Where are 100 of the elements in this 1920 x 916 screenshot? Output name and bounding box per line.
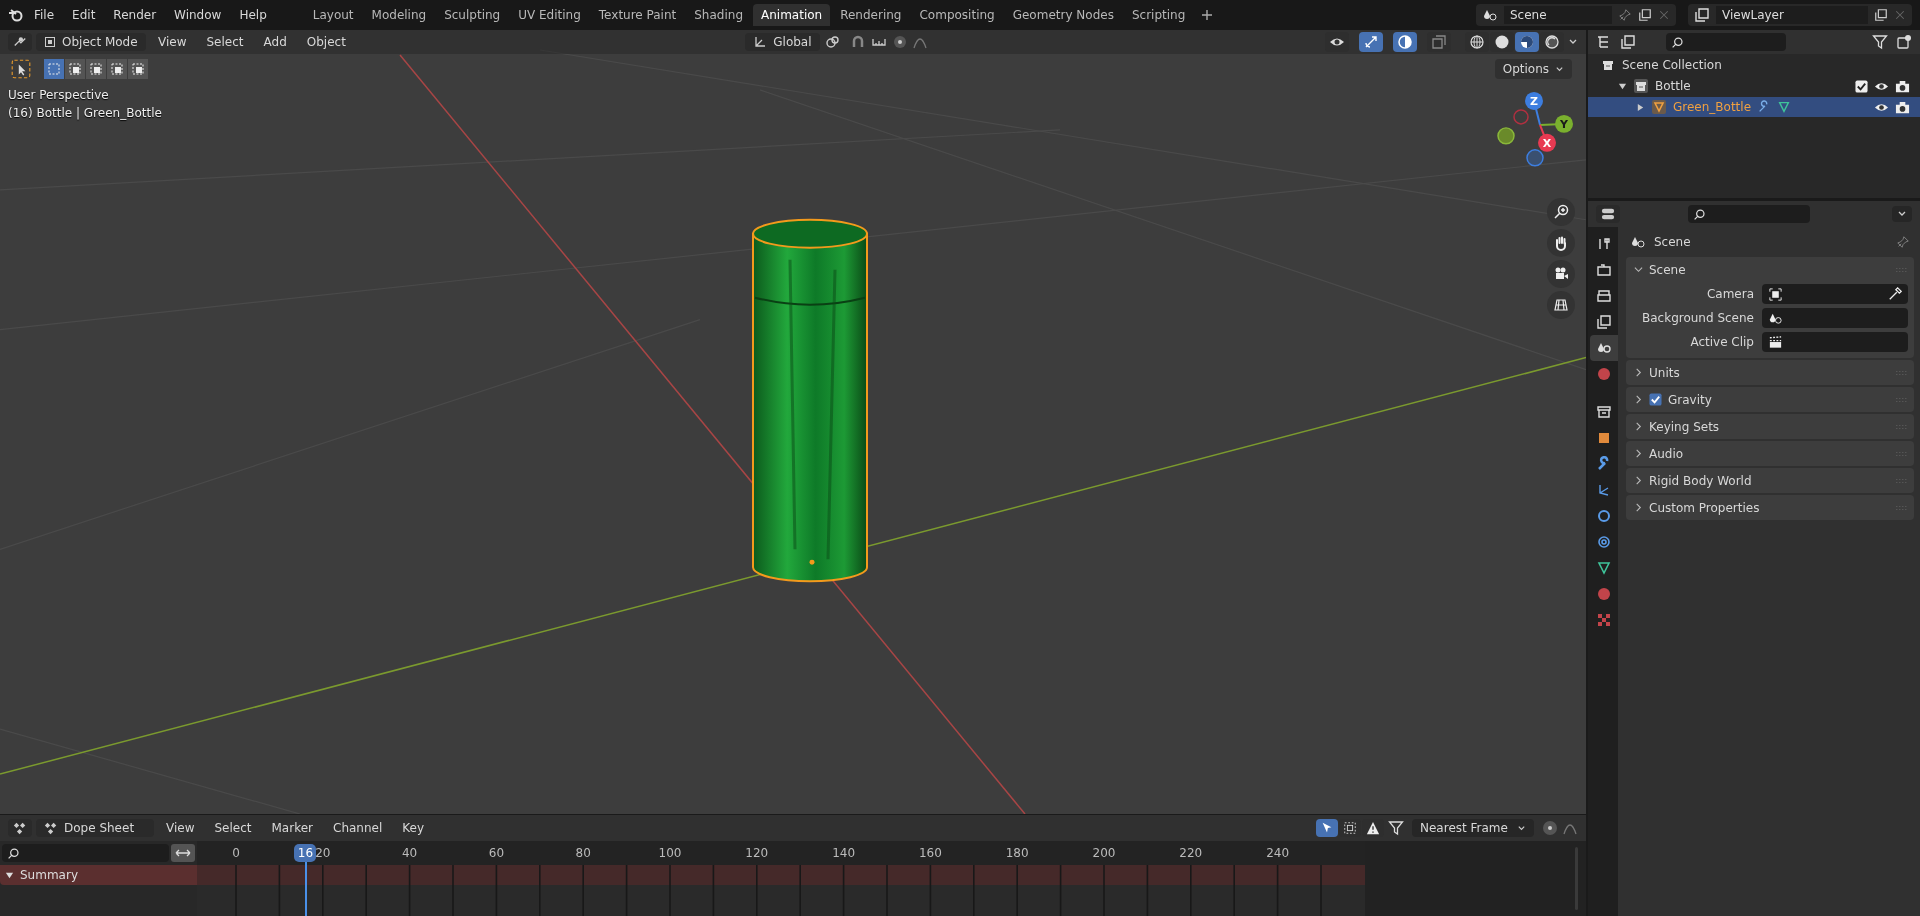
outliner-row[interactable]: Bottle bbox=[1588, 76, 1920, 96]
menu-item[interactable]: View bbox=[158, 818, 203, 838]
panel-header[interactable]: Scene bbox=[1626, 257, 1914, 282]
shading-button[interactable] bbox=[1515, 32, 1539, 52]
workspace-tab[interactable]: Shading bbox=[686, 4, 751, 26]
scene-field[interactable]: Scene bbox=[1504, 6, 1612, 24]
menu-item[interactable]: Add bbox=[255, 32, 295, 52]
search-field[interactable] bbox=[1666, 33, 1786, 51]
options-dropdown[interactable]: Options bbox=[1494, 59, 1572, 79]
dropdown-button[interactable] bbox=[1892, 206, 1912, 222]
proportional-icon[interactable] bbox=[891, 34, 908, 50]
filter-icon[interactable] bbox=[1388, 820, 1404, 836]
panel-header[interactable]: Keying Sets bbox=[1626, 414, 1914, 439]
select-tool-icon[interactable] bbox=[10, 58, 32, 80]
menu-item[interactable]: Help bbox=[231, 5, 275, 25]
camera-icon[interactable] bbox=[1895, 78, 1910, 94]
shading-button[interactable] bbox=[1540, 32, 1564, 52]
blender-logo-icon[interactable] bbox=[8, 7, 24, 23]
select-mode-button[interactable] bbox=[65, 59, 85, 79]
outliner-row[interactable]: Scene Collection bbox=[1588, 55, 1920, 75]
drag-handle-icon[interactable] bbox=[1896, 423, 1908, 430]
images-icon[interactable] bbox=[1620, 34, 1636, 50]
outliner-row[interactable]: Green_Bottle bbox=[1588, 97, 1920, 117]
field-input[interactable] bbox=[1762, 332, 1908, 352]
workspace-tab[interactable]: Layout bbox=[304, 4, 362, 26]
chevron-icon[interactable] bbox=[1634, 476, 1643, 485]
editor-mode-dropdown[interactable]: Dope Sheet bbox=[36, 819, 154, 837]
panel-header[interactable]: Units bbox=[1626, 360, 1914, 385]
menu-item[interactable]: Render bbox=[105, 5, 165, 25]
camera-icon[interactable] bbox=[1895, 99, 1910, 115]
workspace-tab[interactable]: Rendering bbox=[832, 4, 910, 26]
proportional-icon[interactable] bbox=[1542, 820, 1558, 836]
panel-header[interactable]: Custom Properties bbox=[1626, 495, 1914, 520]
workspace-tab[interactable]: Scripting bbox=[1123, 4, 1194, 26]
3d-viewport[interactable]: Z Y X Object Mode View Select Add Object Global Options User Perspective (16) Bottle | Green_Bottle bbox=[0, 30, 1586, 814]
pin-icon[interactable] bbox=[1618, 8, 1632, 22]
new-collection-icon[interactable] bbox=[1896, 34, 1912, 50]
channel-row[interactable]: Summary bbox=[0, 865, 197, 885]
workspace-tab[interactable]: Modeling bbox=[363, 4, 435, 26]
chevron-icon[interactable] bbox=[1634, 395, 1643, 404]
eyedropper-icon[interactable] bbox=[1888, 287, 1902, 301]
navigation-gizmo[interactable]: Z Y X bbox=[1497, 91, 1573, 167]
images-icon[interactable] bbox=[1694, 7, 1710, 23]
panel-header[interactable]: Audio bbox=[1626, 441, 1914, 466]
menu-item[interactable]: Edit bbox=[64, 5, 104, 25]
camera-button[interactable] bbox=[1547, 260, 1575, 288]
select-mode-button[interactable] bbox=[128, 59, 148, 79]
copy-icon[interactable] bbox=[1638, 8, 1652, 22]
menu-item[interactable]: Key bbox=[394, 818, 433, 838]
menu-item[interactable]: File bbox=[26, 5, 63, 25]
chevron-icon[interactable] bbox=[1634, 422, 1643, 431]
toggle-button[interactable] bbox=[1359, 32, 1383, 52]
chevron-icon[interactable] bbox=[1634, 265, 1643, 274]
menu-item[interactable]: Select bbox=[198, 32, 252, 52]
menu-item[interactable]: Window bbox=[166, 5, 230, 25]
copy-icon[interactable] bbox=[1874, 8, 1888, 22]
menu-item[interactable]: Marker bbox=[263, 818, 321, 838]
panel-header[interactable]: Gravity bbox=[1626, 387, 1914, 412]
menu-item[interactable]: Select bbox=[206, 818, 260, 838]
disclosure-icon[interactable] bbox=[1618, 81, 1627, 91]
current-frame-badge[interactable]: 16 bbox=[294, 844, 317, 862]
workspace-tab[interactable]: Texture Paint bbox=[590, 4, 685, 26]
menu-item[interactable]: Channel bbox=[325, 818, 391, 838]
drag-handle-icon[interactable] bbox=[1896, 266, 1908, 273]
properties-tab[interactable] bbox=[1590, 335, 1618, 361]
search-field[interactable] bbox=[1688, 205, 1810, 223]
disclosure-icon[interactable] bbox=[1636, 102, 1645, 112]
pin-icon[interactable] bbox=[1896, 235, 1910, 249]
toggle-button[interactable] bbox=[1393, 32, 1417, 52]
playhead-line[interactable] bbox=[305, 862, 308, 916]
chevron-icon[interactable] bbox=[1634, 503, 1643, 512]
editor-type-button[interactable] bbox=[8, 819, 32, 837]
checkbox[interactable] bbox=[1649, 393, 1662, 406]
select-mode-button[interactable] bbox=[86, 59, 106, 79]
mode-dropdown[interactable]: Object Mode bbox=[36, 33, 146, 51]
drag-handle-icon[interactable] bbox=[1896, 477, 1908, 484]
zoom-button[interactable] bbox=[1547, 198, 1575, 226]
drag-handle-icon[interactable] bbox=[1896, 369, 1908, 376]
workspace-tab[interactable]: UV Editing bbox=[510, 4, 589, 26]
workspace-tab[interactable]: Animation bbox=[753, 4, 831, 26]
menu-item[interactable]: View bbox=[150, 32, 195, 52]
toggle-button[interactable] bbox=[1316, 819, 1338, 837]
field-input[interactable] bbox=[1762, 284, 1908, 304]
menu-item[interactable]: Object bbox=[298, 32, 354, 52]
workspace-tab[interactable]: Geometry Nodes bbox=[1004, 4, 1122, 26]
orientation-dropdown[interactable]: Global bbox=[745, 33, 820, 51]
drag-handle-icon[interactable] bbox=[1896, 396, 1908, 403]
drag-handle-icon[interactable] bbox=[1896, 450, 1908, 457]
field-input[interactable] bbox=[1762, 308, 1908, 328]
workspace-tab[interactable]: Sculpting bbox=[436, 4, 509, 26]
shading-button[interactable] bbox=[1490, 32, 1514, 52]
disclosure-icon[interactable] bbox=[5, 870, 14, 880]
panel-header[interactable]: Rigid Body World bbox=[1626, 468, 1914, 493]
channel-search-field[interactable] bbox=[2, 844, 169, 862]
select-mode-button[interactable] bbox=[107, 59, 127, 79]
view-layer-field[interactable]: ViewLayer bbox=[1716, 6, 1868, 24]
pan-button[interactable] bbox=[1547, 229, 1575, 257]
editor-type-button[interactable] bbox=[1596, 205, 1620, 223]
swap-button[interactable] bbox=[171, 844, 195, 862]
grid-button[interactable] bbox=[1547, 291, 1575, 319]
